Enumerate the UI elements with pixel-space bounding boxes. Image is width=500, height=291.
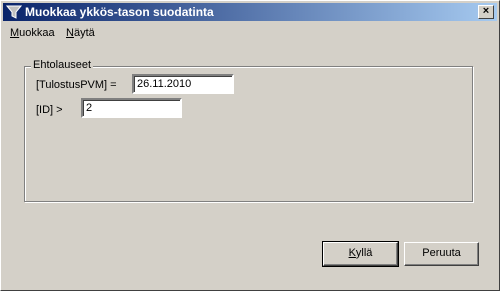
title-bar[interactable]: Muokkaa ykkös-tason suodatinta × (3, 3, 497, 21)
menu-muokkaa[interactable]: Muokkaa (10, 27, 55, 39)
condition-value-id[interactable]: 2 (81, 98, 182, 118)
window-title: Muokkaa ykkös-tason suodatinta (25, 5, 214, 19)
menu-nayta[interactable]: Näytä (66, 27, 95, 39)
filter-icon (5, 4, 23, 20)
group-label: Ehtolauseet (31, 59, 94, 71)
cancel-button[interactable]: Peruuta (404, 242, 479, 266)
close-button[interactable]: × (478, 5, 494, 19)
close-icon: × (482, 5, 490, 17)
condition-label-tulostuspvm: [TulostusPVM] = (36, 79, 117, 91)
condition-value-tulostuspvm[interactable]: 26.11.2010 (132, 74, 234, 94)
dialog-window: Muokkaa ykkös-tason suodatinta × Muokkaa… (0, 0, 500, 291)
condition-label-id: [ID] > (36, 104, 63, 116)
ok-button[interactable]: Kyllä (322, 241, 399, 267)
menu-bar: Muokkaa Näytä (3, 24, 497, 42)
